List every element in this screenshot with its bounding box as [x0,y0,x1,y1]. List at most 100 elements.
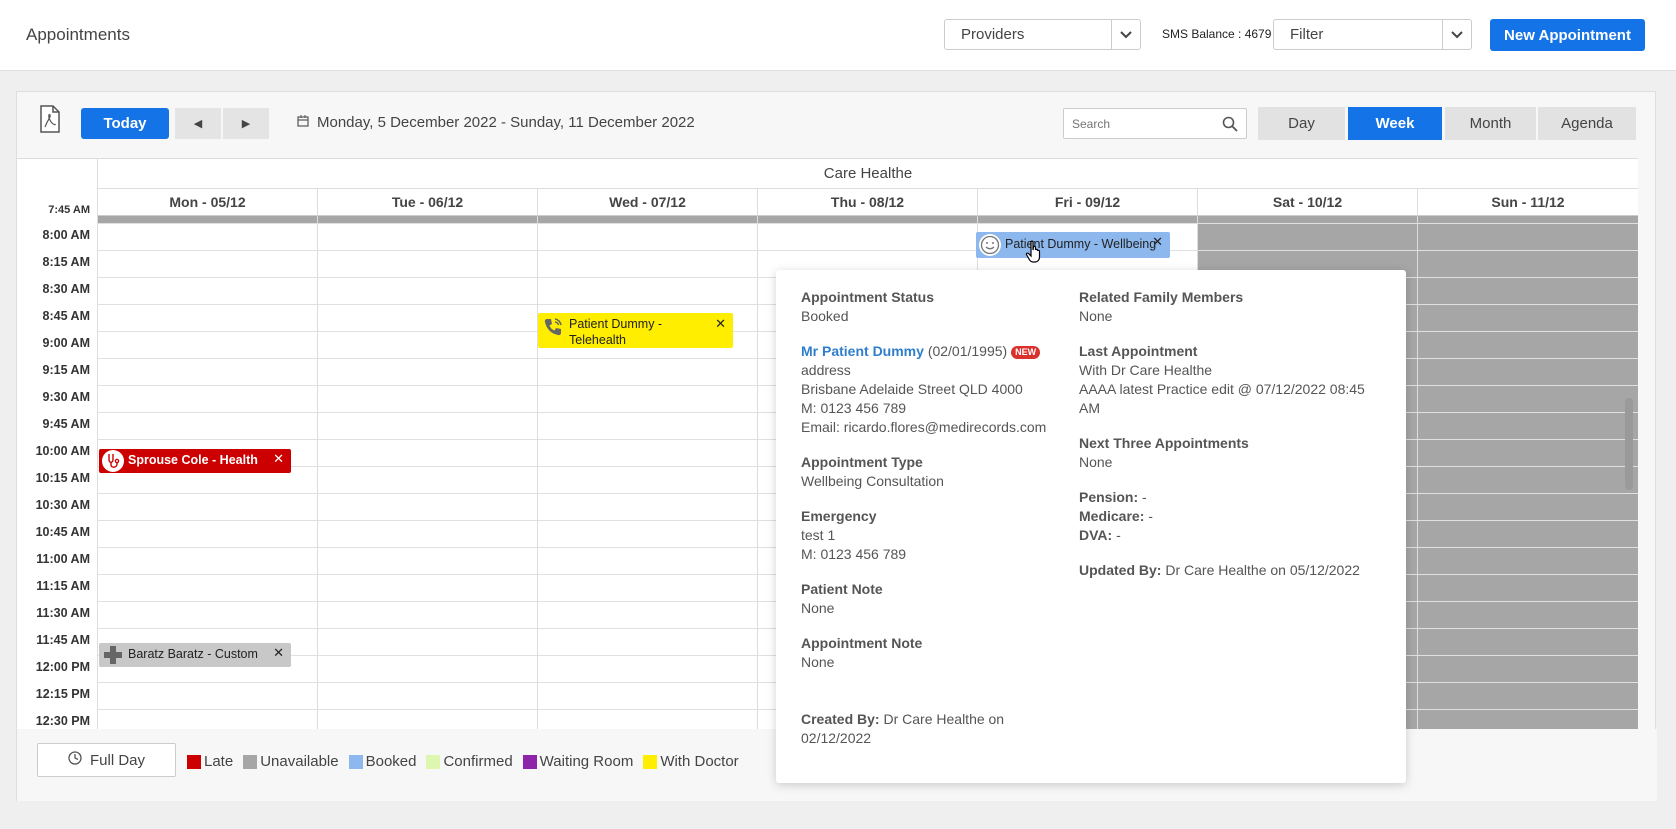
next-appointments-title: Next Three Appointments [1079,435,1249,451]
page-title: Appointments [26,25,130,44]
patient-dob: (02/01/1995) [927,343,1008,359]
time-label: 11:30 AM [36,606,90,620]
time-label: 10:30 AM [35,498,90,512]
time-label: 12:30 PM [35,714,90,728]
hand-pointer-icon [1025,240,1043,264]
smiley-icon [979,234,1001,256]
clock-icon [68,751,82,769]
appointment-label: Sprouse Cole - Health [128,453,258,467]
appointment-unavailable[interactable]: Baratz Baratz - Custom ✕ [99,643,291,667]
legend-label: Unavailable [260,753,339,770]
filter-dropdown[interactable]: Filter [1273,19,1472,50]
day-header-thu[interactable]: Thu - 08/12 [757,189,977,216]
updated-by-value: Dr Care Healthe on 05/12/2022 [1165,562,1360,578]
legend-swatch [426,754,441,769]
medical-cross-icon [102,644,124,666]
dva-label: DVA: [1079,527,1113,543]
patient-name-link[interactable]: Mr Patient Dummy [801,343,924,359]
legend-item: Booked [348,753,417,770]
slot-divider [97,223,1638,224]
legend-swatch [348,754,363,769]
type-value: Wellbeing Consultation [801,473,944,489]
providers-dropdown[interactable]: Providers [944,19,1141,50]
last-appointment-detail: AAAA latest Practice edit @ 07/12/2022 0… [1079,381,1365,416]
view-day-button[interactable]: Day [1258,107,1345,140]
time-label: 10:45 AM [35,525,90,539]
day-header-tue[interactable]: Tue - 06/12 [317,189,537,216]
close-icon[interactable]: ✕ [273,451,284,467]
emergency-title: Emergency [801,508,877,524]
view-month-button[interactable]: Month [1445,107,1536,140]
pension-value: - [1142,489,1147,505]
appointment-note-title: Appointment Note [801,635,923,651]
time-label: 8:45 AM [42,309,90,323]
family-title: Related Family Members [1079,289,1244,305]
day-header-sat[interactable]: Sat - 10/12 [1197,189,1417,216]
next-week-button[interactable]: ▶ [223,108,269,139]
view-agenda-button[interactable]: Agenda [1538,107,1636,140]
dva-value: - [1116,527,1121,543]
close-icon[interactable]: ✕ [273,645,284,661]
close-icon[interactable]: ✕ [1152,234,1163,250]
day-header-sun[interactable]: Sun - 11/12 [1417,189,1638,216]
date-range-label: Monday, 5 December 2022 - Sunday, 11 Dec… [317,114,695,131]
appointment-with-doctor[interactable]: Patient Dummy - Telehealth ✕ [538,313,733,348]
time-label: 9:00 AM [42,336,90,350]
legend-item: Unavailable [243,753,339,770]
view-week-button[interactable]: Week [1348,107,1442,140]
time-label: 9:30 AM [42,390,90,404]
last-appointment-doctor: With Dr Care Healthe [1079,362,1213,378]
chevron-left-icon: ◀ [193,118,203,130]
day-header-fri[interactable]: Fri - 09/12 [977,189,1197,216]
calendar-scrollbar[interactable] [1625,160,1633,731]
medicare-value: - [1148,508,1153,524]
popup-left-column: Appointment Status Booked Mr Patient Dum… [801,288,1063,748]
appointment-late[interactable]: Sprouse Cole - Health ✕ [99,449,291,473]
legend-item: Late [187,753,233,770]
chevron-down-icon[interactable] [1442,20,1471,49]
time-label: 12:00 PM [35,660,90,674]
created-by-label: Created By: [801,711,880,727]
day-header-wed[interactable]: Wed - 07/12 [537,189,757,216]
providers-label: Providers [961,26,1025,43]
appointment-details-popup: Appointment Status Booked Mr Patient Dum… [776,270,1406,783]
day-header-mon[interactable]: Mon - 05/12 [97,189,317,216]
appointment-booked[interactable]: Patient Dummy - Wellbeing ✕ [976,232,1170,258]
previous-week-button[interactable]: ◀ [175,108,221,139]
emergency-mobile: M: 0123 456 789 [801,546,907,562]
pdf-export-icon[interactable] [39,105,61,133]
close-icon[interactable]: ✕ [715,316,726,332]
search-box[interactable] [1063,108,1247,139]
last-appointment-title: Last Appointment [1079,343,1198,359]
legend-swatch [522,754,537,769]
time-label: 10:00 AM [35,444,90,458]
time-label: 8:00 AM [42,228,90,242]
scrollbar-thumb[interactable] [1625,398,1633,490]
slot-divider [97,250,1638,251]
family-value: None [1079,308,1113,324]
sms-balance: SMS Balance : 4679 [1162,27,1272,41]
today-button[interactable]: Today [81,108,169,139]
medicare-label: Medicare: [1079,508,1145,524]
patient-address: Brisbane Adelaide Street QLD 4000 [801,381,1023,397]
provider-header: Care Healthe [97,159,1638,189]
legend-label: Waiting Room [539,753,634,770]
patient-mobile: M: 0123 456 789 [801,400,907,416]
search-icon[interactable] [1222,116,1238,132]
address-label: address [801,362,851,378]
legend-label: Booked [365,753,417,770]
updated-by-label: Updated By: [1079,562,1162,578]
legend-label: Confirmed [443,753,513,770]
date-range[interactable]: Monday, 5 December 2022 - Sunday, 11 Dec… [297,114,695,131]
new-appointment-button[interactable]: New Appointment [1490,19,1645,51]
pension-label: Pension: [1079,489,1139,505]
full-day-button[interactable]: Full Day [37,743,176,777]
patient-email: Email: ricardo.flores@medirecords.com [801,419,1047,435]
full-day-label: Full Day [89,751,145,769]
chevron-down-icon[interactable] [1111,20,1140,49]
status-title: Appointment Status [801,289,934,305]
patient-note-value: None [801,600,835,616]
search-input[interactable] [1064,109,1214,138]
legend-item: Confirmed [426,753,513,770]
legend-label: Late [204,753,234,770]
